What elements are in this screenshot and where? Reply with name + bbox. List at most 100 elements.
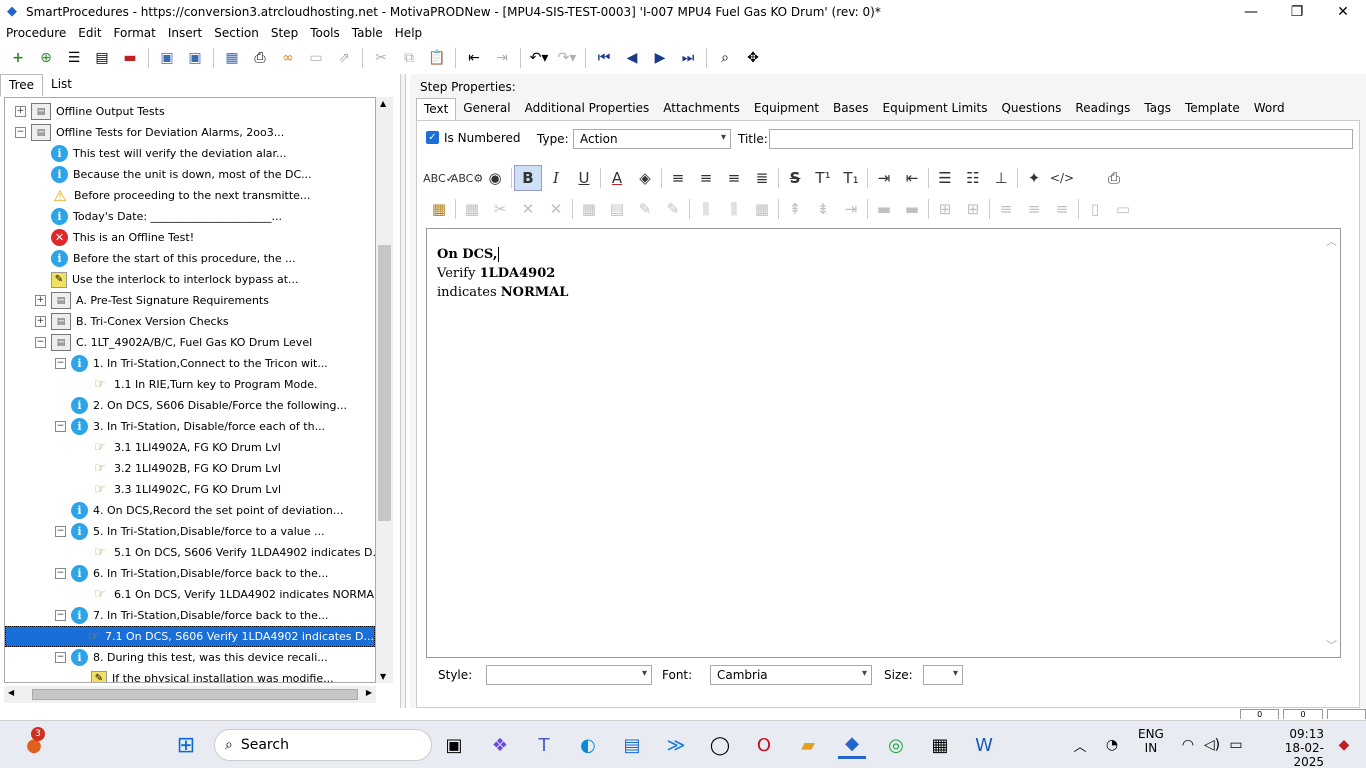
save-all-icon[interactable]: ▣ — [153, 45, 181, 71]
collapse-icon[interactable]: − — [55, 610, 66, 621]
outdent-icon[interactable]: ⇤ — [460, 45, 488, 71]
join-cell-icon[interactable]: ▬ — [898, 196, 926, 222]
network-status-icon[interactable]: ◔ — [1098, 731, 1126, 759]
tree-row[interactable]: + ▤ B. Tri-Conex Version Checks — [35, 311, 229, 332]
export-icon[interactable]: ▦ — [218, 45, 246, 71]
minimize-button[interactable]: — — [1228, 0, 1274, 24]
underline-icon[interactable]: U — [570, 165, 598, 191]
copy-icon[interactable]: ⧉ — [395, 45, 423, 71]
merge-cells-icon[interactable]: ▦ — [748, 196, 776, 222]
strikethrough-icon[interactable]: S — [781, 165, 809, 191]
previous-icon[interactable]: ◀ — [618, 45, 646, 71]
clock[interactable]: 09:13 18-02-2025 — [1260, 727, 1324, 769]
store-icon[interactable]: ▤ — [618, 731, 646, 759]
scroll-right-icon[interactable]: ▶ — [366, 688, 372, 697]
task-view-icon[interactable]: ▣ — [440, 731, 468, 759]
type-dropdown[interactable]: Action ▾ — [573, 129, 731, 149]
tree-row[interactable]: − i 5. In Tri-Station,Disable/force to a v… — [55, 521, 324, 542]
tab-general[interactable]: General — [456, 98, 517, 120]
scroll-left-icon[interactable]: ◀ — [8, 688, 14, 697]
list-icon[interactable]: ☰ — [60, 45, 88, 71]
add-child-icon[interactable]: ⊕ — [32, 45, 60, 71]
menu-insert[interactable]: Insert — [162, 26, 208, 40]
remote-app-icon[interactable]: ▦ — [926, 731, 954, 759]
tree-row[interactable]: ☞ 5.1 On DCS, S606 Verify 1LDA4902 indica… — [75, 542, 375, 563]
tab-tree[interactable]: Tree — [0, 74, 44, 96]
cell-border-icon[interactable]: ▤ — [603, 196, 631, 222]
increase-indent-icon[interactable]: ⇥ — [870, 165, 898, 191]
bullet-list-icon[interactable]: ☰ — [931, 165, 959, 191]
tree-row[interactable]: i 2. On DCS, S606 Disable/Force the follo… — [55, 395, 347, 416]
collapse-icon[interactable]: − — [55, 526, 66, 537]
tree-row[interactable]: ☞ 3.3 1LI4902C, FG KO Drum Lvl — [75, 479, 281, 500]
add-icon[interactable]: + — [4, 45, 32, 71]
next-icon[interactable]: ▶ — [646, 45, 674, 71]
is-numbered-checkbox[interactable]: ✓ — [426, 131, 439, 144]
tree-row[interactable]: ☞ 1.1 In RIE,Turn key to Program Mode. — [75, 374, 317, 395]
save-icon[interactable]: ▣ — [181, 45, 209, 71]
tab-list[interactable]: List — [43, 74, 80, 96]
justify-icon[interactable]: ≣ — [748, 165, 776, 191]
scroll-up-icon[interactable]: ▲ — [380, 99, 386, 108]
magic-wand-icon[interactable]: ✦ — [1020, 165, 1048, 191]
italic-icon[interactable]: I — [542, 165, 570, 191]
numbered-list-icon[interactable]: ☷ — [959, 165, 987, 191]
move-icon[interactable]: ✥ — [739, 45, 767, 71]
subscript-icon[interactable]: T₁ — [837, 165, 865, 191]
tab-questions[interactable]: Questions — [994, 98, 1068, 120]
menu-table[interactable]: Table — [346, 26, 389, 40]
align-right-icon[interactable]: ≡ — [720, 165, 748, 191]
taskbar-search[interactable]: ⌕ Search — [214, 729, 432, 761]
menu-edit[interactable]: Edit — [72, 26, 107, 40]
delete-row-icon[interactable]: ⇥ — [837, 196, 865, 222]
expand-icon[interactable]: + — [35, 295, 46, 306]
tree-row[interactable]: ✎ If the physical installation was modifi… — [75, 668, 334, 682]
notification-bell-icon[interactable]: ◆ — [1330, 731, 1358, 759]
scroll-thumb[interactable] — [378, 245, 391, 521]
power-automate-icon[interactable]: ≫ — [662, 731, 690, 759]
cell-grid-icon[interactable]: ▦ — [575, 196, 603, 222]
font-color-icon[interactable]: A — [603, 165, 631, 191]
cell-align-right-icon[interactable]: ≡ — [1048, 196, 1076, 222]
insert-table-icon[interactable]: ▦ — [425, 196, 453, 222]
close-button[interactable]: ✕ — [1320, 0, 1366, 24]
tree-row[interactable]: ☞ 3.1 1LI4902A, FG KO Drum Lvl — [75, 437, 281, 458]
cell-align-left-icon[interactable]: ≡ — [992, 196, 1020, 222]
language-indicator[interactable]: ENG IN — [1138, 727, 1164, 755]
spellcheck-icon[interactable]: ABC✓ — [423, 165, 455, 191]
collapse-icon[interactable]: − — [35, 337, 46, 348]
tab-word[interactable]: Word — [1247, 98, 1292, 120]
maximize-button[interactable]: ❐ — [1274, 0, 1320, 24]
expand-icon[interactable]: + — [35, 316, 46, 327]
size-dropdown[interactable]: ▾ — [923, 665, 963, 685]
menu-tools[interactable]: Tools — [304, 26, 346, 40]
insert-line-icon[interactable]: ⊥ — [987, 165, 1015, 191]
tree-row[interactable]: ✕ This is an Offline Test! — [35, 227, 194, 248]
print-icon[interactable]: ⎙ — [246, 45, 274, 71]
windows-start-icon[interactable]: ⊞ — [172, 731, 200, 759]
collapse-icon[interactable]: − — [55, 358, 66, 369]
cut-icon[interactable]: ✂ — [367, 45, 395, 71]
copilot-icon[interactable]: ❖ — [486, 731, 514, 759]
tree-row[interactable]: i Today's Date: ______________________... — [35, 206, 282, 227]
style-dropdown[interactable]: ▾ — [486, 665, 652, 685]
file-explorer-icon[interactable]: ▰ — [794, 731, 822, 759]
tree-row[interactable]: ⚠ Before proceeding to the next transmitt… — [35, 185, 310, 206]
last-icon[interactable]: ⏭ — [674, 45, 702, 71]
table-delete-icon[interactable]: ✕ — [514, 196, 542, 222]
highlight-icon[interactable]: ◈ — [631, 165, 659, 191]
tab-equipment[interactable]: Equipment — [747, 98, 826, 120]
superscript-icon[interactable]: T¹ — [809, 165, 837, 191]
remove-icon[interactable]: ▬ — [116, 45, 144, 71]
tree-row[interactable]: + ▤ Offline Output Tests — [15, 101, 165, 122]
tree-row[interactable]: − ▤ Offline Tests for Deviation Alarms, 2o… — [15, 122, 284, 143]
tab-bases[interactable]: Bases — [826, 98, 875, 120]
tree-row[interactable]: − i 7. In Tri-Station,Disable/force back t… — [55, 605, 328, 626]
redo-icon[interactable]: ↷▾ — [553, 45, 581, 71]
procedure-tree[interactable]: + ▤ Offline Output Tests − ▤ Offline Tests fo… — [4, 97, 376, 683]
tree-row[interactable]: i Before the start of this procedure, the… — [35, 248, 296, 269]
scroll-thumb[interactable] — [32, 689, 358, 700]
delete-column-icon[interactable]: ⫼ — [720, 196, 748, 222]
title-input[interactable] — [769, 129, 1353, 149]
menu-help[interactable]: Help — [389, 26, 428, 40]
